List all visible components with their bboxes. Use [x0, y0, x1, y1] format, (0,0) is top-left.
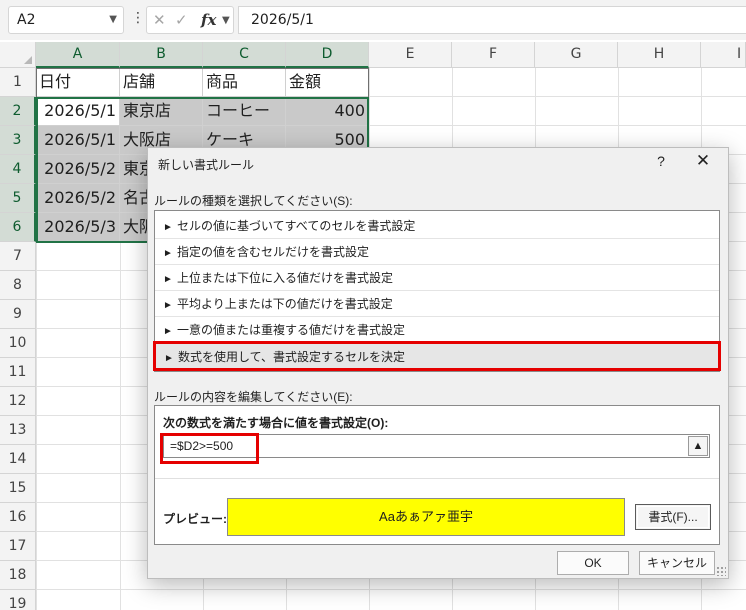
arrow-right-icon: ►	[163, 274, 173, 285]
arrow-right-icon: ►	[164, 353, 174, 364]
formula-buttons: ✕ ✓ fx ▼	[146, 6, 234, 34]
new-formatting-rule-dialog: 新しい書式ルール ? ✕ ルールの種類を選択してください(S): ► セルの値に基…	[147, 147, 729, 579]
rule-type-item[interactable]: ► セルの値に基づいてすべてのセルを書式設定	[155, 213, 719, 239]
rule-description-panel: 次の数式を満たす場合に値を書式設定(O): =$D2>=500 ▲ プレビュー:…	[154, 405, 720, 545]
column-header-h[interactable]: H	[618, 42, 701, 68]
insert-function-icon[interactable]: fx	[201, 11, 216, 29]
cell-d1[interactable]: 金額	[286, 68, 369, 97]
column-header-a[interactable]: A	[36, 42, 120, 68]
column-header-b[interactable]: B	[120, 42, 203, 68]
cell-b2[interactable]: 東京店	[120, 97, 203, 126]
rule-formula-value: =$D2>=500	[170, 439, 234, 453]
column-header-d[interactable]: D	[286, 42, 369, 68]
arrow-right-icon: ►	[163, 326, 173, 337]
row-header-11[interactable]: 11	[0, 358, 36, 387]
rule-formula-input[interactable]: =$D2>=500 ▲	[163, 434, 710, 458]
column-header-g[interactable]: G	[535, 42, 618, 68]
row-header-17[interactable]: 17	[0, 532, 36, 561]
column-header-c[interactable]: C	[203, 42, 286, 68]
formula-input[interactable]: 2026/5/1	[238, 6, 746, 34]
cell-a4[interactable]: 2026/5/2	[36, 155, 120, 184]
arrow-right-icon: ►	[163, 222, 173, 233]
resize-grip-icon[interactable]	[716, 566, 726, 576]
row-header-16[interactable]: 16	[0, 503, 36, 532]
cell-c1[interactable]: 商品	[203, 68, 286, 97]
row-header-15[interactable]: 15	[0, 474, 36, 503]
rule-type-label: ルールの種類を選択してください(S):	[154, 194, 353, 208]
cell-a3[interactable]: 2026/5/1	[36, 126, 120, 155]
rule-type-list[interactable]: ► セルの値に基づいてすべてのセルを書式設定 ► 指定の値を含むセルだけを書式設定 …	[154, 210, 720, 372]
rule-type-item-selected[interactable]: ► 数式を使用して、書式設定するセルを決定	[155, 343, 719, 370]
row-header-6[interactable]: 6	[0, 213, 36, 242]
help-icon[interactable]: ?	[653, 153, 669, 169]
formula-label: 次の数式を満たす場合に値を書式設定(O):	[163, 416, 389, 430]
ok-button[interactable]: OK	[557, 551, 629, 575]
cell-a5[interactable]: 2026/5/2	[36, 184, 120, 213]
cell-a1[interactable]: 日付	[36, 68, 120, 97]
row-header-8[interactable]: 8	[0, 271, 36, 300]
rule-type-item[interactable]: ► 一意の値または重複する値だけを書式設定	[155, 317, 719, 343]
rule-type-label-text: 上位または下位に入る値だけを書式設定	[177, 271, 394, 285]
rule-type-label-text: 指定の値を含むセルだけを書式設定	[177, 245, 370, 259]
chevron-down-icon[interactable]: ▼	[222, 15, 230, 26]
cell-a2[interactable]: 2026/5/1	[36, 97, 120, 126]
row-header-5[interactable]: 5	[0, 184, 36, 213]
cell-a6[interactable]: 2026/5/3	[36, 213, 120, 242]
rule-type-label-text: 数式を使用して、書式設定するセルを決定	[178, 350, 406, 364]
edit-rule-label: ルールの内容を編集してください(E):	[154, 390, 353, 404]
cell-b1[interactable]: 店舗	[120, 68, 203, 97]
row-header-14[interactable]: 14	[0, 445, 36, 474]
chevron-down-icon[interactable]: ▼	[109, 7, 117, 33]
column-header-f[interactable]: F	[452, 42, 535, 68]
row-header-3[interactable]: 3	[0, 126, 36, 155]
collapse-dialog-icon[interactable]: ▲	[688, 436, 708, 456]
arrow-right-icon: ►	[163, 248, 173, 259]
rule-type-item[interactable]: ► 上位または下位に入る値だけを書式設定	[155, 265, 719, 291]
cancel-button[interactable]: キャンセル	[639, 551, 715, 575]
row-header-10[interactable]: 10	[0, 329, 36, 358]
select-all-corner[interactable]	[0, 42, 36, 68]
preview-label: プレビュー:	[163, 512, 227, 526]
rule-type-item[interactable]: ► 平均より上または下の値だけを書式設定	[155, 291, 719, 317]
format-preview: Aaあぁアァ亜宇	[227, 498, 625, 536]
rule-type-item[interactable]: ► 指定の値を含むセルだけを書式設定	[155, 239, 719, 265]
enter-icon[interactable]: ✓	[175, 11, 188, 29]
name-box-value: A2	[17, 12, 36, 28]
rule-type-label-text: セルの値に基づいてすべてのセルを書式設定	[177, 219, 416, 233]
rule-type-label-text: 一意の値または重複する値だけを書式設定	[177, 323, 406, 337]
row-header-12[interactable]: 12	[0, 387, 36, 416]
row-header-19[interactable]: 19	[0, 590, 36, 610]
row-header-4[interactable]: 4	[0, 155, 36, 184]
column-header-i[interactable]: I	[701, 42, 746, 68]
row-header-18[interactable]: 18	[0, 561, 36, 590]
divider	[155, 478, 719, 479]
column-header-e[interactable]: E	[369, 42, 452, 68]
close-icon[interactable]: ✕	[693, 151, 713, 171]
row-header-7[interactable]: 7	[0, 242, 36, 271]
row-header-2[interactable]: 2	[0, 97, 36, 126]
formula-bar: A2 ▼ ⋮ ✕ ✓ fx ▼ 2026/5/1	[0, 0, 746, 40]
format-button[interactable]: 書式(F)...	[635, 504, 711, 530]
rule-type-label-text: 平均より上または下の値だけを書式設定	[177, 297, 393, 311]
row-header-1[interactable]: 1	[0, 68, 36, 97]
more-options-icon[interactable]: ⋮	[131, 10, 145, 26]
row-header-9[interactable]: 9	[0, 300, 36, 329]
cell-c2[interactable]: コーヒー	[203, 97, 286, 126]
row-header-13[interactable]: 13	[0, 416, 36, 445]
cancel-icon[interactable]: ✕	[153, 11, 166, 29]
name-box[interactable]: A2 ▼	[8, 6, 124, 34]
arrow-right-icon: ►	[163, 300, 173, 311]
cell-d2[interactable]: 400	[286, 97, 369, 126]
dialog-title: 新しい書式ルール	[158, 158, 255, 172]
